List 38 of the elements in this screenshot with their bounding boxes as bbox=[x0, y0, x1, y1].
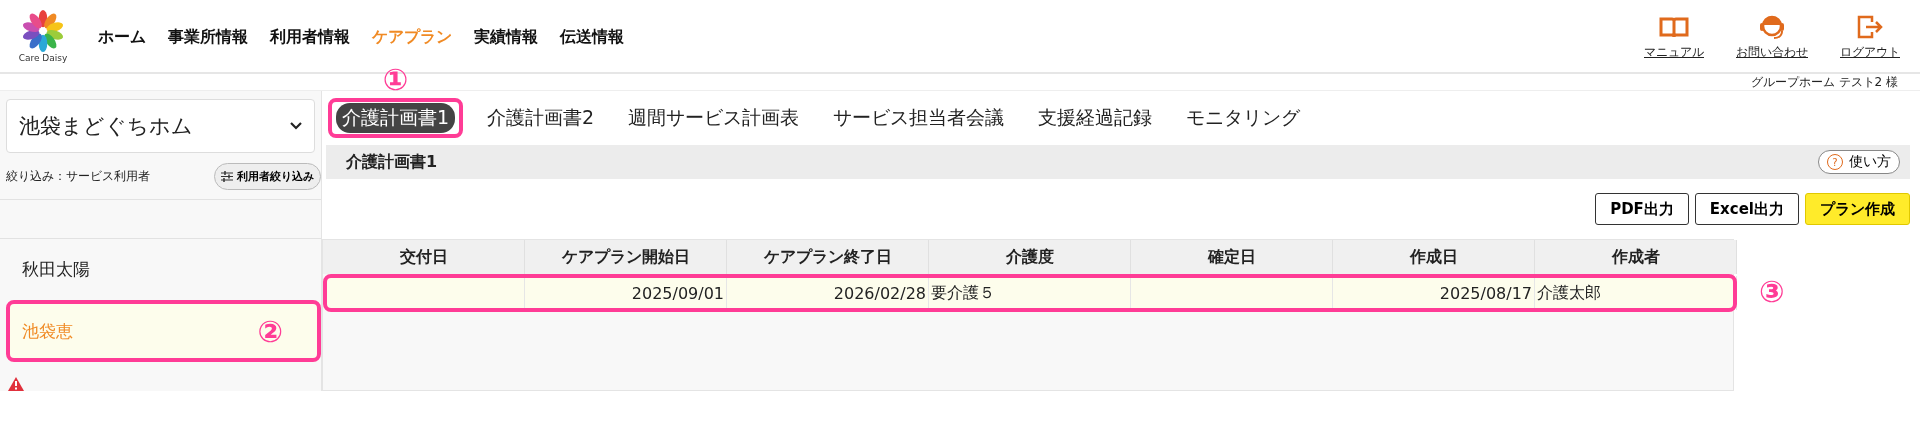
nav-item[interactable]: 実績情報 bbox=[474, 26, 538, 48]
header-link[interactable]: マニュアル bbox=[1644, 15, 1704, 61]
office-select[interactable]: 池袋まどぐちホム bbox=[6, 99, 315, 153]
tab[interactable]: 週間サービス計画表 bbox=[626, 103, 802, 133]
panel-title: 介護計画書1 bbox=[346, 151, 438, 173]
sliders-icon bbox=[221, 170, 233, 182]
account-name: グループホーム テスト2 様 bbox=[1750, 73, 1898, 91]
tab[interactable]: 支援経過記録 bbox=[1036, 103, 1155, 133]
callout-number: ③ bbox=[1759, 274, 1785, 309]
header-link[interactable]: お問い合わせ bbox=[1736, 11, 1808, 61]
action-button[interactable]: PDF出力 bbox=[1595, 193, 1689, 225]
table-cell: 2025/08/17 bbox=[1439, 283, 1532, 303]
logo-text: Care Daisy bbox=[18, 52, 68, 63]
user-filter-button[interactable]: 利用者絞り込み bbox=[214, 162, 321, 190]
header-link[interactable]: ログアウト bbox=[1840, 13, 1900, 61]
action-button[interactable]: Excel出力 bbox=[1694, 193, 1799, 225]
chevron-down-icon bbox=[290, 122, 302, 130]
table-row[interactable]: 2025/09/01 2026/02/28 要介護５ 2025/08/17 介護太郎 bbox=[323, 274, 1737, 312]
table-cell: 要介護５ bbox=[931, 282, 995, 304]
book-icon bbox=[1659, 15, 1689, 40]
table-cell: 2025/09/01 bbox=[631, 283, 724, 303]
tab[interactable]: モニタリング bbox=[1184, 103, 1303, 133]
table-cell: 介護太郎 bbox=[1537, 282, 1601, 304]
tab[interactable]: 介護計画書2 bbox=[485, 103, 597, 133]
callout-number: ① bbox=[382, 62, 409, 97]
nav-item[interactable]: 伝送情報 bbox=[560, 26, 624, 48]
nav-item[interactable]: 利用者情報 bbox=[270, 26, 350, 48]
logout-icon bbox=[1856, 13, 1884, 40]
table-cell: 2026/02/28 bbox=[833, 283, 926, 303]
daisy-logo-icon bbox=[21, 9, 65, 52]
tab[interactable]: 介護計画書1 bbox=[336, 103, 456, 133]
tab[interactable]: サービス担当者会議 bbox=[831, 103, 1007, 133]
help-button[interactable]: ? 使い方 bbox=[1818, 150, 1900, 174]
nav-item[interactable]: 事業所情報 bbox=[168, 26, 248, 48]
nav-item[interactable]: ホーム bbox=[98, 26, 146, 48]
filter-label: 絞り込み：サービス利用者 bbox=[6, 167, 150, 185]
action-button[interactable]: プラン作成 bbox=[1805, 193, 1910, 225]
callout-number: ② bbox=[257, 313, 283, 349]
